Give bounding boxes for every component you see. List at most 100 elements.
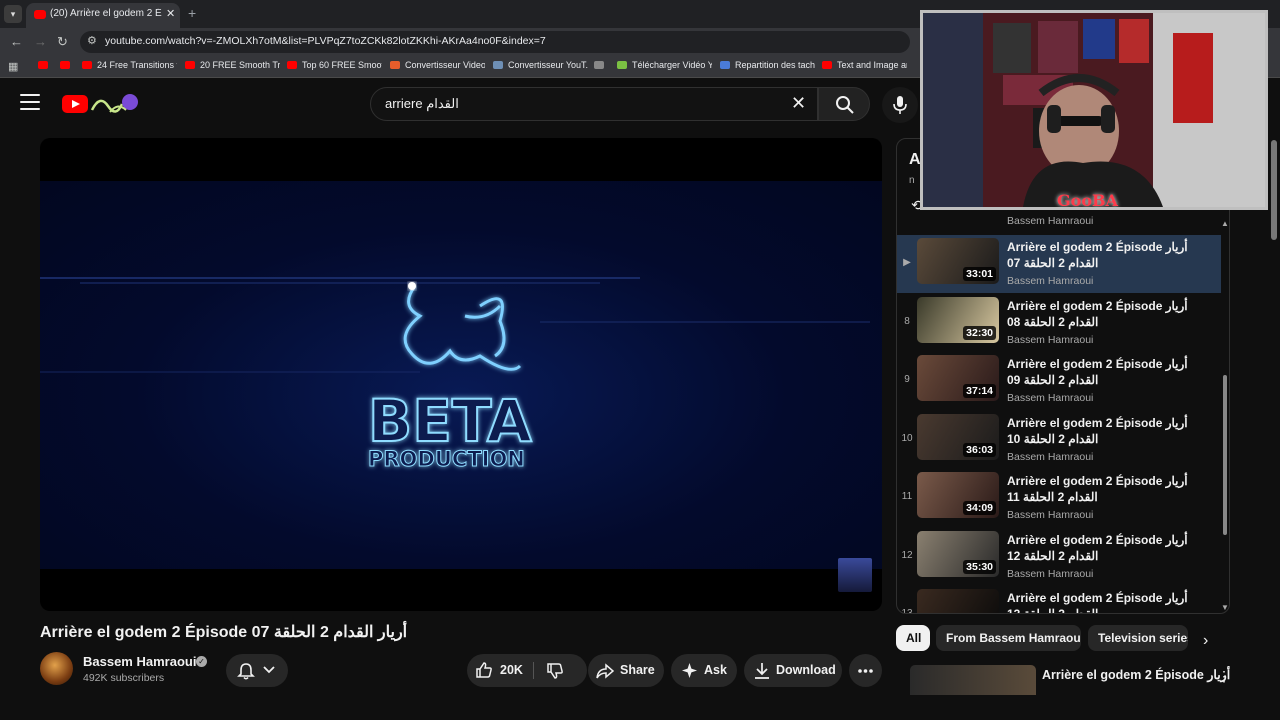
logo-doodle-icon[interactable]	[90, 90, 140, 116]
playlist-item-index: 13	[901, 608, 913, 614]
search-button[interactable]	[818, 87, 870, 121]
subscriber-count: 492K subscribers	[83, 672, 165, 684]
recommendation-title[interactable]: Arrière el godem 2 Épisode أريار	[1042, 667, 1230, 682]
playlist-item[interactable]: 12 35:30 Arrière el godem 2 Épisode أريار …	[897, 528, 1221, 586]
search-input[interactable]	[385, 95, 775, 113]
playlist-item-title[interactable]: Arrière el godem 2 Épisode أريار القدام …	[1007, 298, 1197, 330]
playlist-item-thumbnail[interactable]: 36:03	[917, 413, 999, 460]
bookmark-item[interactable]: Télécharger Vidéo Y...	[617, 60, 712, 74]
bookmark-favicon-icon	[720, 61, 730, 69]
playlist-item-index: 9	[904, 374, 910, 385]
now-playing-icon: ▶	[903, 257, 911, 268]
svg-text:PRODUCTION: PRODUCTION	[368, 447, 525, 471]
playlist-item-thumbnail[interactable]: 33:01	[917, 238, 999, 284]
page-scrollbar[interactable]	[1271, 140, 1277, 240]
close-tab-icon[interactable]: ✕	[166, 7, 175, 20]
voice-search-button[interactable]	[882, 87, 918, 123]
filter-chip[interactable]: Television series	[1088, 625, 1188, 651]
bookmark-item[interactable]	[60, 60, 74, 74]
bookmark-item[interactable]: Repartition des tach...	[720, 60, 815, 74]
url-text[interactable]: youtube.com/watch?v=-ZMOLXh7otM&list=PLV…	[105, 35, 546, 47]
more-actions-button[interactable]	[849, 654, 882, 687]
video-frame[interactable]: BETA PRODUCTION	[40, 181, 882, 569]
tab-search-icon[interactable]: ▾	[4, 5, 22, 23]
playlist-item-title[interactable]: Arrière el godem 2 Épisode أريار القدام …	[1007, 415, 1197, 447]
channel-name[interactable]: Bassem Hamraoui	[83, 654, 196, 669]
new-tab-icon[interactable]: +	[188, 5, 196, 21]
duration-badge: 36:03	[963, 442, 996, 457]
bookmark-label: Top 60 FREE Smoot...	[302, 60, 382, 70]
playlist-item-index: 8	[904, 315, 910, 327]
search-box: ✕	[370, 87, 818, 121]
thumbs-down-icon	[547, 663, 563, 679]
playlist-item-title[interactable]: Arrière el godem 2 Épisode أريار القدام …	[1007, 473, 1197, 505]
clear-search-icon[interactable]: ✕	[791, 93, 806, 114]
beta-production-logo: BETA PRODUCTION	[367, 282, 533, 472]
playlist-item[interactable]: 9 37:14 Arrière el godem 2 Épisode أريار ا…	[897, 352, 1221, 410]
end-card-thumbnail[interactable]	[838, 558, 872, 592]
notification-bell-button[interactable]	[226, 654, 288, 687]
bookmark-favicon-icon	[60, 61, 70, 69]
site-info-icon[interactable]: ⚙	[87, 34, 97, 47]
playlist-item-title[interactable]: Arrière el godem 2 Épisode أريار القدام …	[1007, 239, 1197, 271]
playlist-item-thumbnail[interactable]	[917, 589, 999, 613]
playlist-title[interactable]: A	[909, 151, 921, 169]
menu-icon[interactable]	[20, 94, 40, 110]
bookmark-item[interactable]: 24 Free Transitions f...	[82, 60, 177, 74]
bookmark-item[interactable]	[594, 60, 610, 74]
share-label: Share	[620, 663, 655, 677]
channel-avatar[interactable]	[40, 652, 73, 685]
filter-chip[interactable]: From Bassem Hamraoui	[936, 625, 1081, 651]
like-button[interactable]: 20K	[467, 654, 533, 687]
bookmark-item[interactable]: Convertisseur Video...	[390, 60, 485, 74]
webcam-overlay: GooBA	[920, 10, 1268, 210]
forward-icon[interactable]: →	[34, 34, 47, 49]
playlist-item-channel: Bassem Hamraoui	[1007, 333, 1094, 346]
bookmark-item[interactable]: Top 60 FREE Smoot...	[287, 60, 382, 74]
playlist-item-index: 10	[901, 432, 913, 444]
playlist-item-thumbnail[interactable]: 37:14	[917, 355, 999, 401]
scroll-down-icon[interactable]: ▼	[1221, 603, 1229, 612]
bookmark-label: Télécharger Vidéo Y...	[632, 60, 712, 70]
playlist-item[interactable]: 8 32:30 Arrière el godem 2 Épisode أريار ا…	[897, 294, 1221, 352]
video-player[interactable]: BETA PRODUCTION	[40, 138, 882, 611]
download-icon	[755, 663, 769, 679]
dislike-button[interactable]	[534, 654, 587, 687]
more-vertical-icon[interactable]: ⋮	[1217, 668, 1231, 685]
svg-text:BETA: BETA	[368, 387, 532, 455]
reload-icon[interactable]: ↻	[57, 34, 68, 50]
playlist-item-thumbnail[interactable]: 35:30	[917, 530, 999, 577]
bookmark-favicon-icon	[38, 61, 48, 69]
playlist-item-title[interactable]: Arrière el godem 2 Épisode أريار القدام …	[1007, 356, 1197, 388]
playlist-item-thumbnail[interactable]: 32:30	[917, 296, 999, 343]
bookmark-item[interactable]: Convertisseur YouT...	[493, 60, 588, 74]
back-icon[interactable]: ←	[10, 34, 23, 49]
playlist-item-index: 12	[901, 549, 913, 561]
youtube-logo-icon[interactable]	[62, 95, 88, 113]
playlist-item-title[interactable]: Arrière el godem 2 Épisode أريار القدام …	[1007, 590, 1197, 613]
duration-badge: 32:30	[963, 325, 996, 340]
like-count: 20K	[500, 663, 523, 677]
playlist-item-title[interactable]: Arrière el godem 2 Épisode أريار القدام …	[1007, 532, 1197, 564]
bookmark-item[interactable]: Text and Image ani...	[822, 60, 907, 74]
bookmark-item[interactable]: 20 FREE Smooth Tra...	[185, 60, 280, 74]
apps-grid-icon[interactable]: ▦	[8, 60, 18, 73]
share-button[interactable]: Share	[588, 654, 664, 687]
playlist-item[interactable]: 13 Arrière el godem 2 Épisode أريار القدا…	[897, 586, 1221, 614]
omnibox[interactable]: ⚙ youtube.com/watch?v=-ZMOLXh7otM&list=P…	[80, 31, 910, 53]
duration-badge: 35:30	[963, 559, 996, 574]
bookmark-item[interactable]	[38, 60, 52, 74]
active-tab[interactable]: (20) Arrière el godem 2 Épisode ✕	[26, 3, 180, 28]
playlist-item[interactable]: ▶ 33:01 Arrière el godem 2 Épisode أريار ا…	[897, 235, 1221, 293]
playlist-item-thumbnail[interactable]: 34:09	[917, 472, 999, 518]
playlist-item[interactable]: 10 36:03 Arrière el godem 2 Épisode أريار …	[897, 411, 1221, 469]
ask-button[interactable]: Ask	[671, 654, 737, 687]
recommendation-thumbnail[interactable]	[910, 665, 1036, 695]
playlist-item[interactable]: 11 34:09 Arrière el godem 2 Épisode أريار …	[897, 469, 1221, 527]
chevron-right-icon[interactable]: ›	[1203, 632, 1208, 650]
scroll-up-icon[interactable]: ▲	[1221, 219, 1229, 228]
playlist-subtitle: n	[909, 175, 915, 186]
playlist-scrollbar[interactable]	[1223, 375, 1227, 535]
download-button[interactable]: Download	[744, 654, 842, 687]
filter-chip[interactable]: All	[896, 625, 930, 651]
